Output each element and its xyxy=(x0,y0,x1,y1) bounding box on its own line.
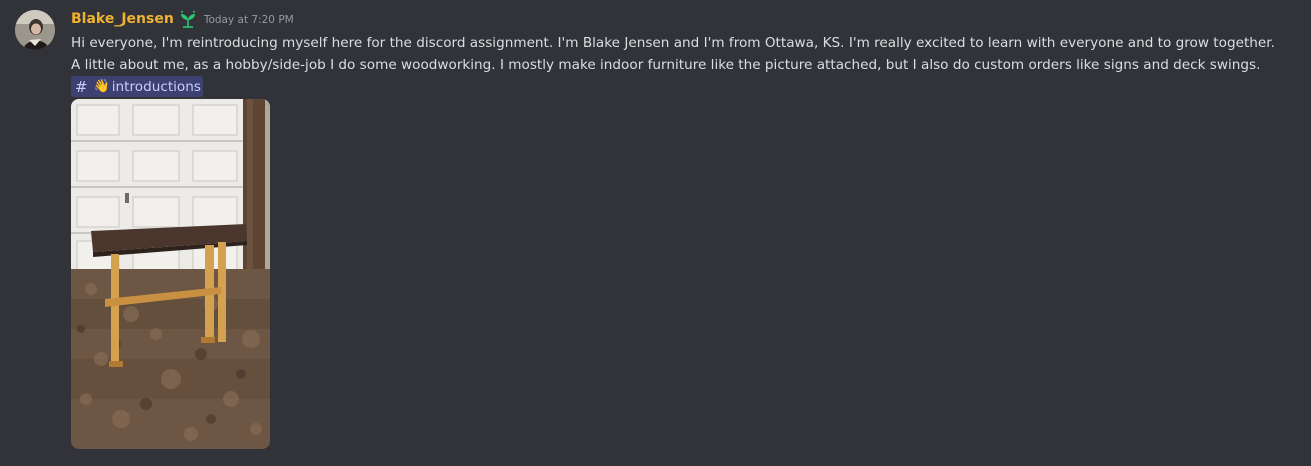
attached-photo-table xyxy=(71,99,270,449)
waving-hand-emoji: 👋 xyxy=(93,78,110,94)
chat-message: Blake_Jensen Today at 7:20 PM Hi everyon… xyxy=(0,0,1311,466)
message-line-2: A little about me, as a hobby/side-job I… xyxy=(71,57,1261,73)
user-avatar-image xyxy=(15,10,55,50)
channel-name: introductions xyxy=(111,78,201,95)
channel-mention-introductions[interactable]: # 👋 introductions xyxy=(71,76,203,97)
message-timestamp[interactable]: Today at 7:20 PM xyxy=(204,14,294,26)
hash-icon: # xyxy=(75,77,88,96)
avatar[interactable] xyxy=(15,10,55,50)
message-content: Hi everyone, I'm reintroducing myself he… xyxy=(71,32,1301,99)
sprout-icon[interactable] xyxy=(178,10,198,28)
message-header: Blake_Jensen Today at 7:20 PM xyxy=(71,9,294,29)
image-attachment[interactable] xyxy=(71,99,270,449)
message-line-1: Hi everyone, I'm reintroducing myself he… xyxy=(71,35,1275,51)
username[interactable]: Blake_Jensen xyxy=(71,11,174,27)
message-line-3: # 👋 introductions xyxy=(71,76,1301,99)
